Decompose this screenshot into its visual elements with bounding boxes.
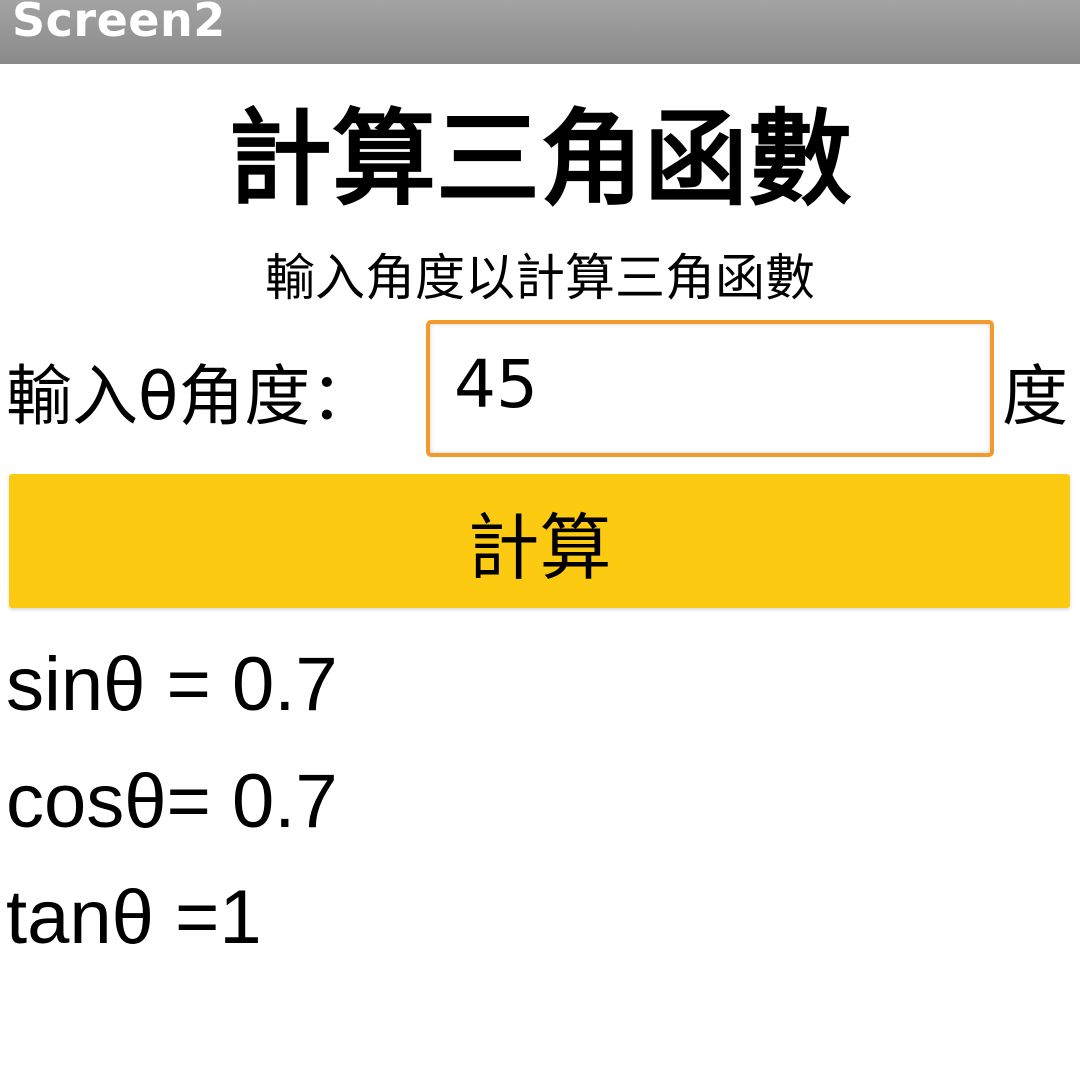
sin-result: sinθ = 0.7 xyxy=(6,642,338,727)
angle-label: 輸入θ角度： xyxy=(6,358,377,435)
degree-unit-label: 度 xyxy=(1002,358,1068,435)
title-bar: Screen2 xyxy=(0,0,1080,64)
page-title: 計算三角函數 xyxy=(227,98,852,220)
screen-title: Screen2 xyxy=(12,0,226,47)
angle-input[interactable] xyxy=(426,320,994,457)
tan-result: tanθ =1 xyxy=(6,875,262,960)
cos-result: cosθ= 0.7 xyxy=(6,759,338,844)
instruction-text: 輸入角度以計算三角函數 xyxy=(265,249,815,307)
calculate-button[interactable]: 計算 xyxy=(9,474,1070,608)
